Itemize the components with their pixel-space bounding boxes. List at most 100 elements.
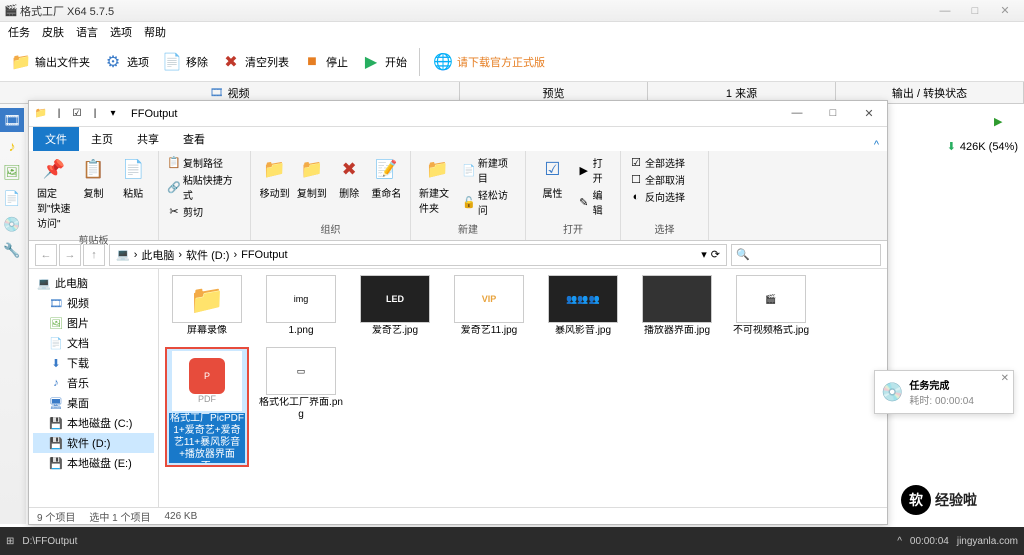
file-item[interactable]: ▭格式化工厂界面.png bbox=[259, 347, 343, 467]
output-folder-button[interactable]: 📁输出文件夹 bbox=[6, 49, 94, 75]
nav-pictures[interactable]: 🖼图片 bbox=[33, 313, 154, 333]
easy-access-button[interactable]: 🔓轻松访问 bbox=[462, 187, 517, 217]
menu-help[interactable]: 帮助 bbox=[144, 24, 166, 40]
nav-downloads[interactable]: ⬇下载 bbox=[33, 353, 154, 373]
nav-documents[interactable]: 📄文档 bbox=[33, 333, 154, 353]
paste-shortcut-button[interactable]: 🔗粘贴快捷方式 bbox=[167, 172, 242, 202]
search-input[interactable]: 🔍 bbox=[731, 244, 881, 266]
qa-check-icon[interactable]: ☑ bbox=[69, 106, 85, 122]
nav-forward-button[interactable]: → bbox=[59, 244, 81, 266]
file-item[interactable]: LED爱奇艺.jpg bbox=[353, 275, 437, 337]
main-titlebar: 🎬 格式工厂 X64 5.7.5 — □ ✕ bbox=[0, 0, 1024, 22]
maximize-button[interactable]: □ bbox=[960, 5, 990, 17]
file-item[interactable]: 📁屏幕录像 bbox=[165, 275, 249, 337]
nav-softd[interactable]: 💾软件 (D:) bbox=[33, 433, 154, 453]
rename-icon: 📝 bbox=[372, 155, 400, 183]
download-link[interactable]: 🌐请下载官方正式版 bbox=[428, 49, 549, 75]
menu-skin[interactable]: 皮肤 bbox=[42, 24, 64, 40]
invert-button[interactable]: ◐反向选择 bbox=[629, 189, 700, 204]
ribbon-collapse[interactable]: ^ bbox=[866, 139, 887, 151]
start-button[interactable]: ▶开始 bbox=[356, 49, 411, 75]
path-icon: 📋 bbox=[167, 156, 181, 170]
shortcut-icon: 🔗 bbox=[167, 180, 181, 194]
notification-toast: ✕ 💿 任务完成 耗时: 00:00:04 bbox=[874, 370, 1014, 414]
sidebar-tool-icon[interactable]: 🔧 bbox=[0, 238, 24, 262]
stop-icon: ■ bbox=[301, 51, 323, 73]
ribbon-tab-file[interactable]: 文件 bbox=[33, 127, 79, 151]
sidebar-disc-icon[interactable]: 💿 bbox=[0, 212, 24, 236]
dropdown-icon[interactable]: ▾ bbox=[701, 248, 707, 261]
copy-button[interactable]: 📋复制 bbox=[77, 155, 111, 200]
exp-close[interactable]: ✕ bbox=[851, 107, 887, 120]
select-all-button[interactable]: ☑全部选择 bbox=[629, 155, 700, 170]
qa-down-icon[interactable]: ▾ bbox=[105, 106, 121, 122]
pc-icon: 💻 bbox=[116, 248, 130, 261]
down-arrow-icon: ⬇ bbox=[947, 140, 956, 153]
sidebar-doc-icon[interactable]: 📄 bbox=[0, 186, 24, 210]
cut-button[interactable]: ✂剪切 bbox=[167, 204, 242, 219]
file-item[interactable]: img1.png bbox=[259, 275, 343, 337]
minimize-button[interactable]: — bbox=[930, 5, 960, 17]
file-item[interactable]: 👥👥👥暴风影音.jpg bbox=[541, 275, 625, 337]
nav-localc[interactable]: 💾本地磁盘 (C:) bbox=[33, 413, 154, 433]
move-to-button[interactable]: 📁移动到 bbox=[259, 155, 290, 200]
notif-close-icon[interactable]: ✕ bbox=[1001, 373, 1009, 384]
file-item[interactable]: 🎬不可视频格式.jpg bbox=[729, 275, 813, 337]
options-button[interactable]: ⚙选项 bbox=[98, 49, 153, 75]
nav-up-button[interactable]: ↑ bbox=[83, 244, 105, 266]
nav-music[interactable]: ♪音乐 bbox=[33, 373, 154, 393]
nav-desktop[interactable]: 🖥桌面 bbox=[33, 393, 154, 413]
paste-button[interactable]: 📄粘贴 bbox=[116, 155, 150, 200]
taskbar-start[interactable]: ⊞ bbox=[6, 536, 14, 547]
refresh-icon[interactable]: ⟳ bbox=[711, 248, 720, 261]
nav-locale[interactable]: 💾本地磁盘 (E:) bbox=[33, 453, 154, 473]
nav-thispc[interactable]: 💻此电脑 bbox=[33, 273, 154, 293]
exp-minimize[interactable]: — bbox=[779, 107, 815, 120]
select-none-button[interactable]: ☐全部取消 bbox=[629, 172, 700, 187]
open-btn[interactable]: ▶打开 bbox=[577, 155, 612, 185]
menu-task[interactable]: 任务 bbox=[8, 24, 30, 40]
delete-button[interactable]: ✖删除 bbox=[334, 155, 365, 200]
clear-icon: ✖ bbox=[220, 51, 242, 73]
app-title: 格式工厂 X64 5.7.5 bbox=[20, 3, 930, 19]
edit-btn[interactable]: ✎编辑 bbox=[577, 187, 612, 217]
copy-to-button[interactable]: 📁复制到 bbox=[296, 155, 327, 200]
download-status: ⬇ 426K (54%) bbox=[947, 140, 1018, 153]
properties-button[interactable]: ☑属性 bbox=[534, 155, 571, 200]
newfolder-icon: 📁 bbox=[424, 155, 452, 183]
nav-videos[interactable]: 🎞视频 bbox=[33, 293, 154, 313]
clear-list-button[interactable]: ✖清空列表 bbox=[216, 49, 293, 75]
new-folder-button[interactable]: 📁新建文件夹 bbox=[419, 155, 456, 215]
ribbon-tab-share[interactable]: 共享 bbox=[125, 127, 171, 151]
stop-button[interactable]: ■停止 bbox=[297, 49, 352, 75]
menu-lang[interactable]: 语言 bbox=[76, 24, 98, 40]
gear-icon: ⚙ bbox=[102, 51, 124, 73]
panel-play-icon[interactable]: ▶ bbox=[994, 115, 1014, 135]
pin-button[interactable]: 📌固定到"快速访问" bbox=[37, 155, 71, 230]
file-item-selected[interactable]: PPDF格式工厂PicPDF1+爱奇艺+爱奇艺11+暴风影音+播放器界面+不..… bbox=[165, 347, 249, 467]
file-item[interactable]: 播放器界面.jpg bbox=[635, 275, 719, 337]
taskbar-path[interactable]: D:\FFOutput bbox=[22, 536, 77, 547]
new-item-button[interactable]: 📄新建项目 bbox=[462, 155, 517, 185]
sidebar-audio-icon[interactable]: ♪ bbox=[0, 134, 24, 158]
sidebar-image-icon[interactable]: 🖼 bbox=[0, 160, 24, 184]
address-bar[interactable]: 💻 ›此电脑 ›软件 (D:) ›FFOutput ▾⟳ bbox=[109, 244, 727, 266]
menu-options[interactable]: 选项 bbox=[110, 24, 132, 40]
notif-time: 耗时: 00:00:04 bbox=[909, 392, 973, 407]
sidebar-video-icon[interactable]: 🎞 bbox=[0, 108, 24, 132]
tray-up-icon[interactable]: ^ bbox=[897, 536, 902, 547]
exp-maximize[interactable]: □ bbox=[815, 107, 851, 120]
ribbon-tab-view[interactable]: 查看 bbox=[171, 127, 217, 151]
explorer-window: 📁 | ☑ | ▾ FFOutput — □ ✕ 文件 主页 共享 查看 ^ 📌… bbox=[28, 100, 888, 525]
main-menubar: 任务 皮肤 语言 选项 帮助 bbox=[0, 22, 1024, 42]
ribbon-tab-home[interactable]: 主页 bbox=[79, 127, 125, 151]
copy-path-button[interactable]: 📋复制路径 bbox=[167, 155, 242, 170]
remove-icon: 📄 bbox=[161, 51, 183, 73]
rename-button[interactable]: 📝重命名 bbox=[371, 155, 402, 200]
remove-button[interactable]: 📄移除 bbox=[157, 49, 212, 75]
explorer-statusbar: 9 个项目 选中 1 个项目 426 KB bbox=[29, 507, 887, 525]
close-button[interactable]: ✕ bbox=[990, 4, 1020, 17]
file-item[interactable]: VIP爱奇艺11.jpg bbox=[447, 275, 531, 337]
qa-divider: | bbox=[51, 106, 67, 122]
nav-back-button[interactable]: ← bbox=[35, 244, 57, 266]
